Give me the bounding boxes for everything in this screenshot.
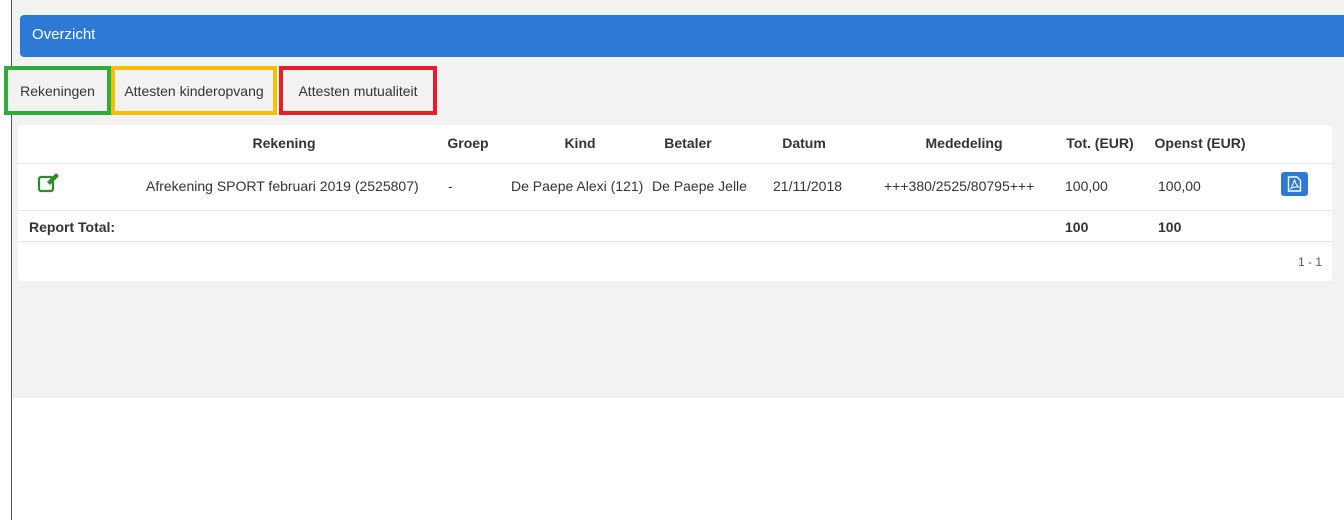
cell-openst: 100,00	[1158, 178, 1201, 194]
tab-attesten-kinderopvang[interactable]: Attesten kinderopvang	[111, 66, 277, 115]
divider	[18, 210, 1332, 211]
tab-rekeningen[interactable]: Rekeningen	[4, 66, 111, 115]
invoices-table: Rekening Groep Kind Betaler Datum Medede…	[18, 125, 1332, 281]
divider	[18, 241, 1332, 242]
cell-rekening: Afrekening SPORT februari 2019 (2525807)	[146, 178, 419, 194]
report-total-openst: 100	[1158, 219, 1182, 235]
edit-icon	[37, 173, 59, 193]
page-title: Overzicht	[32, 26, 96, 43]
report-total-label: Report Total:	[29, 219, 116, 235]
panel-header: Overzicht	[20, 15, 1344, 57]
cell-tot: 100,00	[1065, 178, 1108, 194]
pagination-info: 1 - 1	[1298, 255, 1323, 269]
cell-datum: 21/11/2018	[773, 178, 843, 194]
cell-groep: -	[448, 178, 453, 194]
cell-mededeling: +++380/2525/80795+++	[884, 178, 1035, 194]
tab-label: Rekeningen	[20, 82, 95, 99]
tab-label: Attesten kinderopvang	[124, 82, 264, 99]
column-header-betaler[interactable]: Betaler	[664, 135, 711, 151]
divider	[18, 163, 1332, 164]
cell-kind: De Paepe Alexi (121)	[511, 178, 644, 194]
pdf-icon	[1287, 176, 1302, 192]
column-header-kind[interactable]: Kind	[564, 135, 595, 151]
tab-attesten-mutualiteit[interactable]: Attesten mutualiteit	[279, 66, 437, 115]
tab-label: Attesten mutualiteit	[298, 82, 418, 99]
column-header-rekening[interactable]: Rekening	[252, 135, 315, 151]
column-header-datum[interactable]: Datum	[782, 135, 826, 151]
column-header-openst[interactable]: Openst (EUR)	[1155, 135, 1246, 151]
column-header-mededeling[interactable]: Mededeling	[925, 135, 1002, 151]
cell-betaler: De Paepe Jelle	[652, 178, 747, 194]
column-header-tot[interactable]: Tot. (EUR)	[1066, 135, 1133, 151]
column-header-groep[interactable]: Groep	[447, 135, 488, 151]
edit-button[interactable]	[37, 172, 61, 194]
report-total-tot: 100	[1065, 219, 1089, 235]
pdf-download-button[interactable]	[1281, 172, 1308, 196]
